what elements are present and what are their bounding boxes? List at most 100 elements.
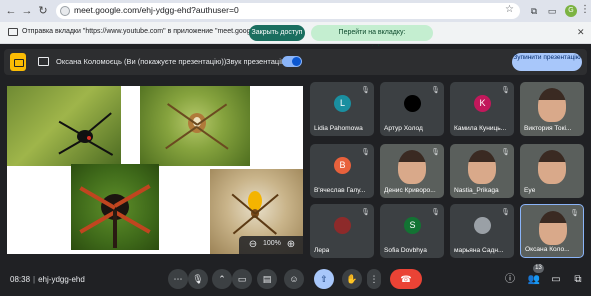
shared-screen bbox=[7, 86, 303, 254]
reactions-button[interactable]: ☺ bbox=[284, 269, 304, 289]
captions-button[interactable]: ▤ bbox=[257, 269, 277, 289]
zoom-controls: ⊖ 100% ⊕ bbox=[239, 236, 303, 254]
address-bar[interactable]: meet.google.com/ehj-ydgg-ehd?authuser=0 … bbox=[56, 3, 520, 19]
hand-icon: ✋ bbox=[346, 274, 358, 284]
participant-name: Lidia Pahomowa bbox=[314, 125, 363, 132]
activities-icon[interactable]: ⧉ bbox=[571, 273, 585, 287]
tab-share-infobar: Отправка вкладки "https://www.youtube.co… bbox=[0, 22, 591, 52]
site-info-icon[interactable] bbox=[60, 6, 70, 16]
presentation-sound-toggle[interactable] bbox=[282, 56, 302, 67]
participant-video bbox=[468, 150, 496, 184]
participant-tile[interactable]: L 🎙 Lidia Pahomowa bbox=[310, 82, 374, 136]
stop-presenting-button[interactable]: Зупинити презентацію bbox=[512, 53, 582, 71]
present-icon: ⇧ bbox=[320, 274, 328, 284]
chat-icon[interactable]: ▭ bbox=[549, 273, 563, 287]
participant-video bbox=[538, 150, 566, 184]
participant-tile[interactable]: Eye bbox=[520, 144, 584, 198]
present-button[interactable]: ⇧ bbox=[314, 269, 334, 289]
participant-avatar: K bbox=[474, 95, 491, 112]
meeting-details-icon[interactable]: ⓘ bbox=[503, 273, 517, 287]
zoom-level: 100% bbox=[263, 240, 281, 247]
participant-avatar: B bbox=[334, 157, 351, 174]
mic-off-icon: 🎙 bbox=[501, 149, 510, 156]
meeting-info: 08:38 | ehj-ydgg-ehd bbox=[10, 275, 85, 284]
participant-name: Sofia Dovbhya bbox=[384, 247, 427, 254]
mic-off-icon: 🎙 bbox=[431, 209, 440, 216]
slides-logo-icon bbox=[10, 53, 26, 71]
presentation-sound-label: Звук презентації bbox=[226, 57, 283, 66]
profile-avatar[interactable]: G bbox=[565, 5, 577, 17]
participant-tile[interactable]: 🎙 Денис Криворо... bbox=[380, 144, 444, 198]
share-message: Отправка вкладки "https://www.youtube.co… bbox=[22, 28, 280, 35]
mic-off-icon: 🎙 bbox=[501, 209, 510, 216]
participant-tile[interactable]: S 🎙 Sofia Dovbhya bbox=[380, 204, 444, 258]
presentation-bar-inner: Оксана Коломоєць (Ви (покажуєте презента… bbox=[4, 49, 587, 75]
participant-name: марьяна Садн... bbox=[454, 247, 504, 254]
tab-search-icon[interactable]: ▭ bbox=[546, 5, 558, 17]
participant-name: В'ячеслав Галу... bbox=[314, 187, 366, 194]
participant-tile[interactable]: B 🎙 В'ячеслав Галу... bbox=[310, 144, 374, 198]
participant-video bbox=[398, 150, 426, 184]
mic-off-icon: 🎙 bbox=[431, 87, 440, 94]
participant-tile[interactable]: 🎙 Лера bbox=[310, 204, 374, 258]
captions-icon: ▤ bbox=[262, 274, 272, 284]
participant-name: Оксана Коло... bbox=[525, 246, 570, 253]
more-options-button[interactable]: ⋮ bbox=[367, 269, 381, 289]
participant-tile[interactable]: 🎙 Оксана Коло... bbox=[520, 204, 584, 258]
participant-avatar: L bbox=[334, 95, 351, 112]
participant-tile[interactable]: K 🎙 Камила Куниць... bbox=[450, 82, 514, 136]
mic-off-icon: 🎙 bbox=[361, 209, 370, 216]
spider-photo-garden-spider bbox=[140, 86, 250, 166]
presentation-bar: Оксана Коломоєць (Ви (покажуєте презента… bbox=[0, 46, 591, 76]
participant-name: Денис Криворо... bbox=[384, 187, 436, 194]
people-icon[interactable]: 👥 bbox=[527, 273, 541, 287]
url-text: meet.google.com/ehj-ydgg-ehd?authuser=0 bbox=[74, 5, 239, 15]
spider-photo-black-widow bbox=[7, 86, 121, 166]
spider-photo-tarantula bbox=[71, 164, 159, 250]
presenter-label: Оксана Коломоєць (Ви (покажуєте презента… bbox=[56, 57, 227, 66]
mic-off-icon: 🎙 bbox=[501, 87, 510, 94]
leave-call-button[interactable]: ☎ bbox=[390, 269, 422, 289]
participant-avatar bbox=[474, 217, 491, 234]
participant-tile[interactable]: 🎙 Nastia_Prikaga bbox=[450, 144, 514, 198]
zoom-out-icon[interactable]: ⊖ bbox=[247, 239, 259, 251]
switch-tab-button[interactable]: Перейти на вкладку: www.youtube.com bbox=[311, 25, 433, 52]
microphone-icon: 🎙 bbox=[192, 274, 204, 284]
people-count-badge: 13 bbox=[533, 264, 544, 273]
participant-name: Виктория Токі... bbox=[524, 125, 572, 132]
participant-tile[interactable]: Виктория Токі... bbox=[520, 82, 584, 136]
camera-button[interactable]: ▭ bbox=[232, 269, 252, 289]
more-vert-icon: ⋮ bbox=[369, 274, 379, 284]
participant-video bbox=[539, 211, 567, 245]
bookmark-star-icon[interactable]: ☆ bbox=[505, 4, 514, 15]
close-icon[interactable]: ✕ bbox=[577, 27, 585, 38]
camera-options-button[interactable]: ⌃ bbox=[212, 269, 232, 289]
phone-hangup-icon: ☎ bbox=[400, 274, 412, 284]
participant-name: Камила Куниць... bbox=[454, 125, 507, 132]
more-audio-options-button[interactable]: ⋯ bbox=[168, 269, 188, 289]
microphone-button[interactable]: 🎙 bbox=[188, 269, 208, 289]
reload-icon[interactable]: ↻ bbox=[36, 4, 50, 18]
participant-tile[interactable]: 🎙 Артур Холод bbox=[380, 82, 444, 136]
chevron-up-icon: ⌃ bbox=[218, 274, 226, 284]
mic-off-icon: 🎙 bbox=[361, 87, 370, 94]
more-options-icon: ⋯ bbox=[173, 274, 183, 284]
forward-icon[interactable]: → bbox=[20, 4, 34, 18]
participant-tile[interactable]: 🎙 марьяна Садн... bbox=[450, 204, 514, 258]
stop-sharing-button[interactable]: Закрыть доступ bbox=[249, 25, 305, 41]
participant-name: Артур Холод bbox=[384, 125, 423, 132]
participant-avatar bbox=[334, 217, 351, 234]
participant-video bbox=[538, 88, 566, 122]
extension-icon[interactable]: ⧉ bbox=[528, 5, 540, 17]
raise-hand-button[interactable]: ✋ bbox=[342, 269, 362, 289]
participant-name: Eye bbox=[524, 187, 536, 194]
tab-share-icon bbox=[8, 28, 18, 36]
meeting-code: ehj-ydgg-ehd bbox=[38, 275, 85, 284]
zoom-in-icon[interactable]: ⊕ bbox=[285, 239, 297, 251]
browser-menu-icon[interactable]: ⋮ bbox=[580, 4, 590, 15]
participant-name: Nastia_Prikaga bbox=[454, 187, 499, 194]
mic-off-icon: 🎙 bbox=[570, 210, 579, 217]
back-icon[interactable]: ← bbox=[4, 4, 18, 18]
mic-off-icon: 🎙 bbox=[431, 149, 440, 156]
participant-avatar: S bbox=[404, 217, 421, 234]
